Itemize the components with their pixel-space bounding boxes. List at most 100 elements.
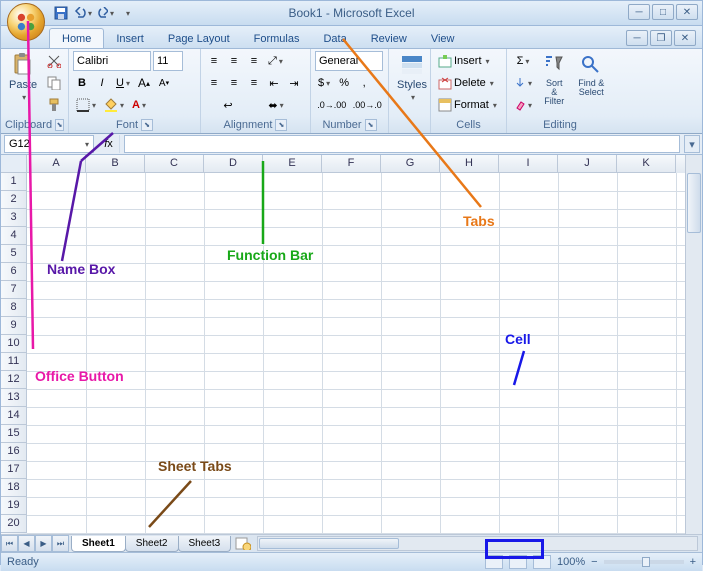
bold-button[interactable]: B: [73, 73, 91, 93]
zoom-thumb[interactable]: [642, 557, 650, 567]
row-header-14[interactable]: 14: [1, 407, 27, 425]
col-header-F[interactable]: F: [322, 155, 381, 173]
col-header-D[interactable]: D: [204, 155, 263, 173]
col-header-H[interactable]: H: [440, 155, 499, 173]
align-bottom[interactable]: ≡: [245, 51, 263, 71]
row-header-16[interactable]: 16: [1, 443, 27, 461]
font-color-button[interactable]: A▾: [129, 95, 149, 115]
italic-button[interactable]: I: [93, 73, 111, 93]
row-header-13[interactable]: 13: [1, 389, 27, 407]
row-header-15[interactable]: 15: [1, 425, 27, 443]
row-header-6[interactable]: 6: [1, 263, 27, 281]
row-header-4[interactable]: 4: [1, 227, 27, 245]
zoom-out[interactable]: −: [591, 556, 597, 568]
accounting-format[interactable]: $▾: [315, 73, 333, 93]
wrap-text[interactable]: ↩: [205, 95, 251, 115]
number-launcher[interactable]: ⬊: [365, 119, 377, 131]
col-header-E[interactable]: E: [263, 155, 322, 173]
col-header-C[interactable]: C: [145, 155, 204, 173]
shrink-font-button[interactable]: A▾: [155, 73, 173, 93]
row-header-18[interactable]: 18: [1, 479, 27, 497]
align-center[interactable]: ≡: [225, 73, 243, 93]
sheet-tab-sheet1[interactable]: Sheet1: [71, 536, 126, 552]
row-header-2[interactable]: 2: [1, 191, 27, 209]
font-size-select[interactable]: [153, 51, 183, 71]
row-header-9[interactable]: 9: [1, 317, 27, 335]
vertical-scrollbar[interactable]: [685, 155, 702, 534]
autosum[interactable]: Σ▾: [511, 51, 535, 71]
tab-data[interactable]: Data: [311, 29, 358, 48]
expand-formula-bar[interactable]: ▾: [684, 135, 700, 153]
row-header-1[interactable]: 1: [1, 173, 27, 191]
new-sheet-button[interactable]: [233, 536, 253, 551]
col-header-G[interactable]: G: [381, 155, 440, 173]
col-header-B[interactable]: B: [86, 155, 145, 173]
cut-button[interactable]: [44, 51, 64, 71]
grow-font-button[interactable]: A▴: [135, 73, 153, 93]
name-box[interactable]: G12▾: [4, 135, 94, 153]
alignment-launcher[interactable]: ⬊: [275, 119, 287, 131]
decrease-decimal[interactable]: .00→.0: [351, 95, 385, 115]
row-header-8[interactable]: 8: [1, 299, 27, 317]
workbook-restore[interactable]: ❐: [650, 30, 672, 46]
clear-button[interactable]: ▾: [511, 95, 535, 115]
tab-insert[interactable]: Insert: [104, 29, 156, 48]
paste-button[interactable]: Paste▾: [5, 51, 41, 104]
row-header-17[interactable]: 17: [1, 461, 27, 479]
align-middle[interactable]: ≡: [225, 51, 243, 71]
qat-undo[interactable]: ▾: [73, 4, 93, 22]
row-header-11[interactable]: 11: [1, 353, 27, 371]
office-button[interactable]: [7, 3, 45, 41]
sheet-tab-sheet3[interactable]: Sheet3: [178, 536, 232, 552]
zoom-slider[interactable]: [604, 560, 684, 564]
format-painter-button[interactable]: [44, 95, 64, 115]
sort-filter-button[interactable]: Sort & Filter: [538, 51, 570, 108]
fill-color-button[interactable]: ▾: [101, 95, 127, 115]
formula-input[interactable]: [124, 135, 680, 153]
window-maximize[interactable]: □: [652, 4, 674, 20]
row-header-20[interactable]: 20: [1, 515, 27, 533]
tab-page-layout[interactable]: Page Layout: [156, 29, 242, 48]
row-header-7[interactable]: 7: [1, 281, 27, 299]
workbook-minimize[interactable]: ─: [626, 30, 648, 46]
horizontal-scrollbar[interactable]: [257, 536, 698, 551]
percent-format[interactable]: %: [335, 73, 353, 93]
select-all-corner[interactable]: [1, 155, 27, 173]
font-name-select[interactable]: [73, 51, 151, 71]
sheet-nav-last[interactable]: ⏭: [52, 535, 69, 552]
fill-button[interactable]: ▾: [511, 73, 535, 93]
align-left[interactable]: ≡: [205, 73, 223, 93]
merge-center[interactable]: ⬌▾: [253, 95, 299, 115]
tab-formulas[interactable]: Formulas: [242, 29, 312, 48]
row-header-19[interactable]: 19: [1, 497, 27, 515]
cells-insert[interactable]: Insert▾: [435, 51, 505, 71]
zoom-in[interactable]: +: [690, 556, 696, 568]
col-header-K[interactable]: K: [617, 155, 676, 173]
tab-view[interactable]: View: [419, 29, 467, 48]
qat-redo[interactable]: ▾: [95, 4, 115, 22]
qat-customize[interactable]: ▾: [117, 4, 137, 22]
sheet-nav-prev[interactable]: ◀: [18, 535, 35, 552]
sheet-nav-next[interactable]: ▶: [35, 535, 52, 552]
number-format-select[interactable]: [315, 51, 383, 71]
row-header-3[interactable]: 3: [1, 209, 27, 227]
comma-format[interactable]: ,: [355, 73, 373, 93]
increase-indent[interactable]: ⇥: [285, 73, 303, 93]
col-header-J[interactable]: J: [558, 155, 617, 173]
underline-button[interactable]: U▾: [113, 73, 133, 93]
cells-area[interactable]: [27, 173, 685, 534]
cells-format[interactable]: Format▾: [435, 95, 505, 115]
row-header-10[interactable]: 10: [1, 335, 27, 353]
tab-review[interactable]: Review: [359, 29, 419, 48]
border-button[interactable]: ▾: [73, 95, 99, 115]
vscroll-thumb[interactable]: [687, 173, 701, 233]
window-close[interactable]: ✕: [676, 4, 698, 20]
orientation[interactable]: ⤢▾: [265, 51, 286, 71]
increase-decimal[interactable]: .0→.00: [315, 95, 349, 115]
styles-button[interactable]: Styles▾: [393, 51, 431, 104]
find-select-button[interactable]: Find & Select: [573, 51, 609, 99]
col-header-A[interactable]: A: [27, 155, 86, 173]
window-minimize[interactable]: ─: [628, 4, 650, 20]
font-launcher[interactable]: ⬊: [141, 119, 153, 131]
col-header-I[interactable]: I: [499, 155, 558, 173]
